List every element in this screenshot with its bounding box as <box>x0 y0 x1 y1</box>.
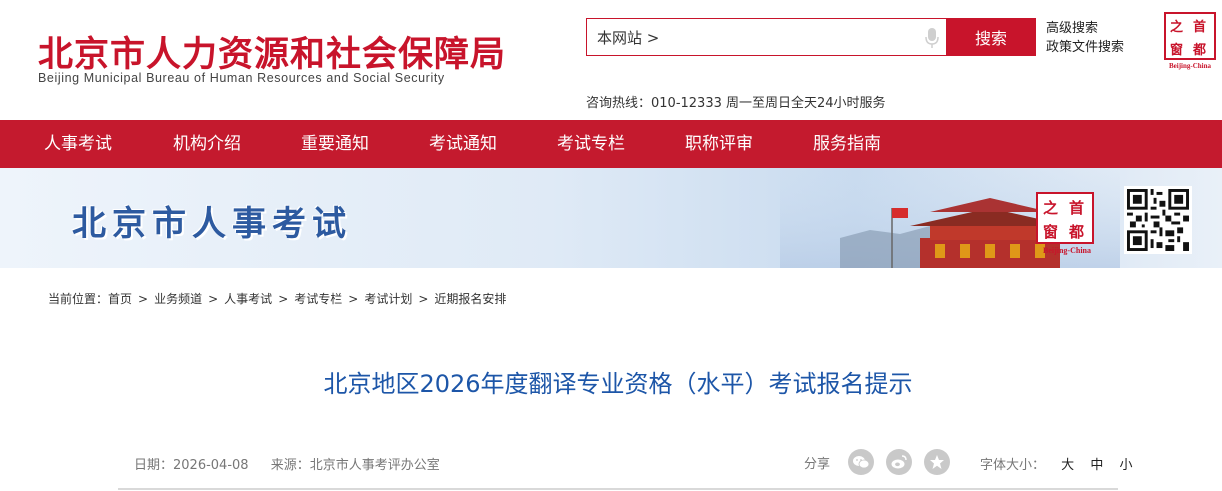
date-label: 日期： <box>134 458 174 473</box>
source-label: 来源： <box>270 458 310 473</box>
breadcrumb-prefix: 当前位置： <box>48 292 109 306</box>
search-button[interactable]: 搜索 <box>946 18 1036 56</box>
seal-char: 窗 <box>1043 223 1059 241</box>
nav-item-about[interactable]: 机构介绍 <box>173 120 241 168</box>
breadcrumb-recent-registration[interactable]: 近期报名安排 <box>434 292 506 306</box>
seal-char: 首 <box>1193 20 1207 35</box>
source-value: 北京市人事考评办公室 <box>309 458 440 473</box>
seal-icon: 之 首 窗 都 <box>1164 12 1216 60</box>
meta-divider <box>118 488 1118 490</box>
search-input[interactable] <box>587 19 917 55</box>
seal-char: 都 <box>1069 223 1085 241</box>
weibo-icon[interactable] <box>886 449 913 475</box>
breadcrumb-exam-plan[interactable]: 考试计划 <box>364 292 412 306</box>
qr-code-icon <box>1124 186 1192 254</box>
seal-char: 窗 <box>1170 43 1184 58</box>
capital-window-logo[interactable]: 之 首 窗 都 Beijing-China <box>1164 12 1216 70</box>
site-logo-title[interactable]: 北京市人力资源和社会保障局 <box>38 26 506 77</box>
seal-char: 之 <box>1043 199 1059 217</box>
seal-caption: Beijing-China <box>1168 62 1211 70</box>
breadcrumb-home[interactable]: 首页 <box>108 292 132 306</box>
share-bar: 分享 <box>804 448 962 476</box>
capital-window-banner-logo: 之 首 窗 都 Beijing-China <box>1036 192 1098 262</box>
seal-char: 都 <box>1193 43 1207 58</box>
nav-item-important-notices[interactable]: 重要通知 <box>301 120 369 168</box>
policy-search-link[interactable]: 政策文件搜索 <box>1046 38 1124 57</box>
font-size-control: 字体大小： 大 中 小 <box>980 454 1132 473</box>
date-value: 2026-04-08 <box>173 458 249 473</box>
search-box <box>586 18 946 56</box>
nav-item-service-guide[interactable]: 服务指南 <box>813 120 881 168</box>
main-nav: 人事考试 机构介绍 重要通知 考试通知 考试专栏 职称评审 服务指南 <box>0 120 1222 168</box>
nav-item-title-review[interactable]: 职称评审 <box>685 120 753 168</box>
favorite-star-icon[interactable] <box>924 449 951 475</box>
font-size-large-button[interactable]: 大 <box>1061 458 1074 473</box>
source-field: 来源：北京市人事考评办公室 <box>271 458 440 473</box>
breadcrumb-separator: > <box>138 292 149 306</box>
advanced-search-link[interactable]: 高级搜索 <box>1046 19 1124 38</box>
article-meta: 日期：2026-04-08 来源：北京市人事考评办公室 <box>134 454 458 473</box>
font-size-label: 字体大小： <box>980 458 1046 473</box>
site-header: 北京市人力资源和社会保障局 Beijing Municipal Bureau o… <box>0 0 1222 120</box>
microphone-icon[interactable] <box>924 27 940 49</box>
breadcrumb-separator: > <box>278 292 289 306</box>
font-size-small-button[interactable]: 小 <box>1119 458 1132 473</box>
nav-item-exam-column[interactable]: 考试专栏 <box>557 120 625 168</box>
breadcrumb-personnel-exam[interactable]: 人事考试 <box>224 292 272 306</box>
section-banner: 北京市人事考试 之 首 窗 都 Beijing-China <box>0 168 1222 268</box>
date-field: 日期：2026-04-08 <box>134 458 249 473</box>
breadcrumb-separator: > <box>418 292 429 306</box>
nav-item-personnel-exam[interactable]: 人事考试 <box>44 120 112 168</box>
seal-icon: 之 首 窗 都 <box>1036 192 1094 244</box>
seal-char: 之 <box>1170 20 1184 35</box>
nav-item-exam-notices[interactable]: 考试通知 <box>429 120 497 168</box>
banner-title: 北京市人事考试 <box>72 204 352 244</box>
hotline-text: 咨询热线：010-12333 周一至周日全天24小时服务 <box>586 96 886 111</box>
breadcrumb-separator: > <box>208 292 219 306</box>
share-label: 分享 <box>804 456 831 472</box>
seal-caption: Beijing-China <box>1042 246 1091 255</box>
site-logo-subtitle: Beijing Municipal Bureau of Human Resour… <box>38 71 445 85</box>
seal-char: 首 <box>1069 199 1085 217</box>
article-title: 北京地区2026年度翻译专业资格（水平）考试报名提示 <box>323 370 913 398</box>
breadcrumb: 当前位置：首页 > 业务频道 > 人事考试 > 考试专栏 > 考试计划 > 近期报名安排 <box>48 290 506 307</box>
wechat-icon[interactable] <box>848 449 875 475</box>
article-panel: 当前位置：首页 > 业务频道 > 人事考试 > 考试专栏 > 考试计划 > 近期报名安排 北京地区2… <box>18 268 1204 491</box>
breadcrumb-exam-column[interactable]: 考试专栏 <box>294 292 342 306</box>
search-links: 高级搜索 政策文件搜索 <box>1046 19 1124 57</box>
breadcrumb-business[interactable]: 业务频道 <box>154 292 202 306</box>
font-size-medium-button[interactable]: 中 <box>1090 458 1103 473</box>
breadcrumb-separator: > <box>348 292 359 306</box>
